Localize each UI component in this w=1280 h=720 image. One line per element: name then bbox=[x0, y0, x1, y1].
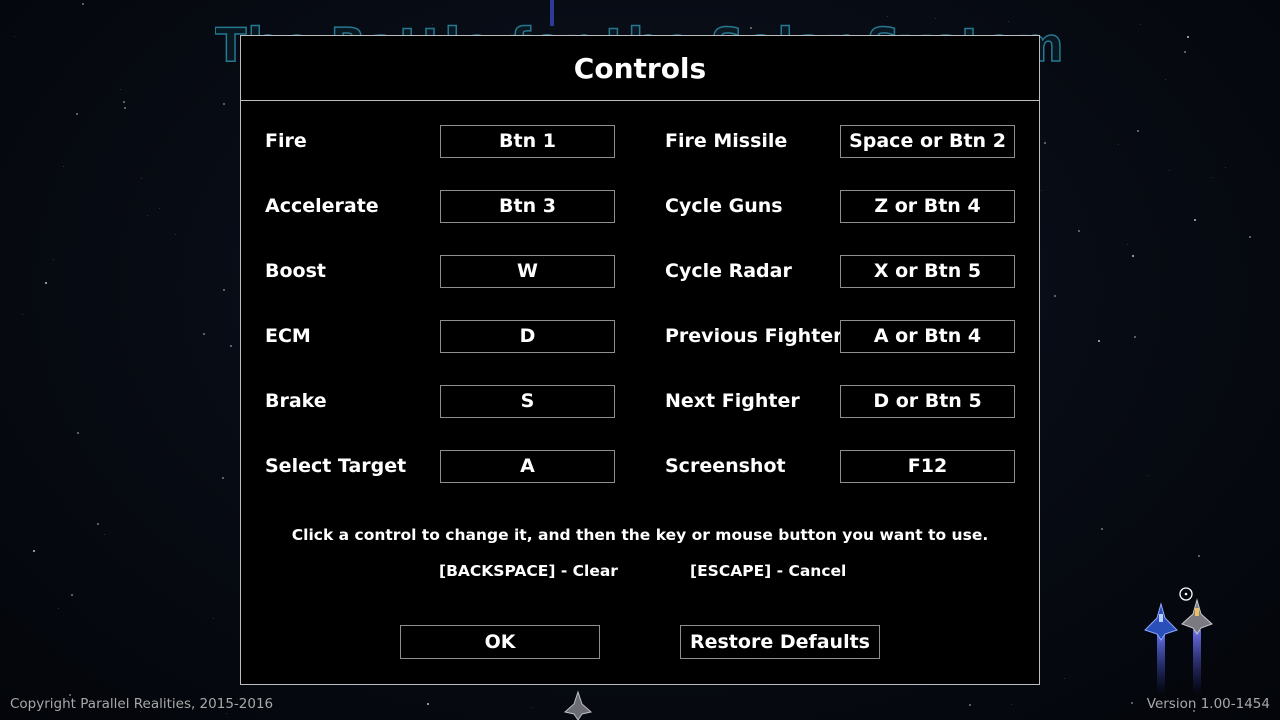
star bbox=[223, 103, 225, 105]
controls-dialog: Controls Fire Btn 1 Accelerate Btn 3 Boo… bbox=[240, 35, 1040, 685]
star bbox=[71, 594, 73, 596]
star bbox=[123, 101, 125, 103]
control-label-ecm: ECM bbox=[265, 325, 311, 347]
star bbox=[124, 107, 126, 109]
control-label-screenshot: Screenshot bbox=[665, 455, 786, 477]
star bbox=[1064, 678, 1065, 679]
control-label-fire: Fire bbox=[265, 130, 307, 152]
star bbox=[213, 618, 214, 619]
star bbox=[1137, 130, 1139, 132]
player-ship-icon bbox=[563, 690, 593, 720]
control-key-fire[interactable]: Btn 1 bbox=[440, 125, 615, 158]
star bbox=[1118, 144, 1119, 145]
star bbox=[427, 703, 429, 705]
star bbox=[141, 178, 142, 179]
blue-fighter-ship-icon bbox=[1144, 602, 1178, 694]
control-key-previous-fighter[interactable]: A or Btn 4 bbox=[840, 320, 1015, 353]
star bbox=[1187, 36, 1189, 38]
grey-fighter-ship-icon bbox=[1181, 598, 1213, 694]
hint-clear: [BACKSPACE] - Clear bbox=[439, 562, 618, 580]
star bbox=[1134, 336, 1136, 338]
star bbox=[1249, 236, 1251, 238]
star bbox=[230, 345, 232, 347]
control-label-fire-missile: Fire Missile bbox=[665, 130, 788, 152]
star bbox=[1044, 142, 1046, 144]
control-label-accelerate: Accelerate bbox=[265, 195, 379, 217]
star bbox=[1098, 340, 1100, 342]
star bbox=[1041, 190, 1042, 191]
control-key-next-fighter[interactable]: D or Btn 5 bbox=[840, 385, 1015, 418]
star bbox=[222, 477, 224, 479]
star bbox=[45, 282, 47, 284]
control-key-fire-missile[interactable]: Space or Btn 2 bbox=[840, 125, 1015, 158]
version-text: Version 1.00-1454 bbox=[1146, 696, 1270, 712]
ok-button[interactable]: OK bbox=[400, 625, 600, 659]
star bbox=[1198, 555, 1200, 557]
control-label-previous-fighter: Previous Fighter bbox=[665, 325, 843, 347]
control-label-cycle-guns: Cycle Guns bbox=[665, 195, 783, 217]
control-label-brake: Brake bbox=[265, 390, 327, 412]
crosshair-cursor-icon bbox=[1179, 587, 1193, 601]
star bbox=[1194, 219, 1196, 221]
star bbox=[159, 208, 160, 209]
star bbox=[1184, 51, 1186, 53]
star bbox=[1140, 24, 1141, 25]
control-label-cycle-radar: Cycle Radar bbox=[665, 260, 792, 282]
hint-cancel: [ESCAPE] - Cancel bbox=[690, 562, 847, 580]
control-key-cycle-radar[interactable]: X or Btn 5 bbox=[840, 255, 1015, 288]
star bbox=[147, 215, 148, 216]
star bbox=[1225, 167, 1226, 168]
star bbox=[104, 534, 105, 535]
star bbox=[175, 234, 176, 235]
star bbox=[969, 704, 971, 706]
dialog-title-bar: Controls bbox=[241, 36, 1039, 101]
star bbox=[1169, 170, 1170, 171]
star bbox=[531, 707, 532, 708]
star bbox=[887, 16, 888, 17]
control-label-select-target: Select Target bbox=[265, 455, 407, 477]
star bbox=[76, 113, 78, 115]
control-label-next-fighter: Next Fighter bbox=[665, 390, 800, 412]
star bbox=[1148, 475, 1149, 476]
star bbox=[203, 333, 205, 335]
star bbox=[223, 289, 225, 291]
copyright-text: Copyright Parallel Realities, 2015-2016 bbox=[10, 696, 274, 712]
control-key-screenshot[interactable]: F12 bbox=[840, 450, 1015, 483]
control-key-select-target[interactable]: A bbox=[440, 450, 615, 483]
star bbox=[1101, 528, 1103, 530]
control-key-ecm[interactable]: D bbox=[440, 320, 615, 353]
star bbox=[1132, 255, 1134, 257]
star bbox=[82, 3, 84, 5]
star bbox=[58, 608, 59, 609]
star bbox=[63, 166, 64, 167]
star bbox=[1054, 295, 1056, 297]
star bbox=[53, 259, 54, 260]
restore-defaults-button[interactable]: Restore Defaults bbox=[680, 625, 880, 659]
dialog-title: Controls bbox=[573, 52, 707, 85]
control-key-boost[interactable]: W bbox=[440, 255, 615, 288]
control-label-boost: Boost bbox=[265, 260, 326, 282]
star bbox=[1131, 702, 1133, 704]
instruction-text: Click a control to change it, and then t… bbox=[291, 526, 989, 544]
star bbox=[33, 550, 35, 552]
star bbox=[226, 713, 227, 714]
space-background: The Battle for the Solar System bbox=[0, 0, 1280, 720]
star bbox=[1212, 177, 1213, 178]
star bbox=[1165, 79, 1166, 80]
control-key-brake[interactable]: S bbox=[440, 385, 615, 418]
star bbox=[1078, 230, 1080, 232]
star bbox=[97, 523, 99, 525]
star bbox=[120, 89, 121, 90]
control-key-cycle-guns[interactable]: Z or Btn 4 bbox=[840, 190, 1015, 223]
star bbox=[77, 432, 79, 434]
star bbox=[1011, 704, 1012, 705]
star bbox=[1127, 244, 1128, 245]
distant-ship-thrust bbox=[550, 0, 554, 26]
star bbox=[22, 314, 23, 315]
star bbox=[14, 36, 15, 37]
control-key-accelerate[interactable]: Btn 3 bbox=[440, 190, 615, 223]
